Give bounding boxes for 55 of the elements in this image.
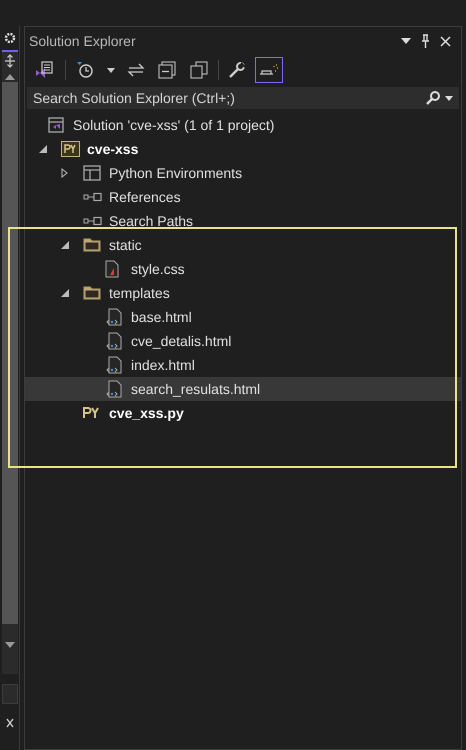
folder-icon: [83, 286, 101, 300]
tree-item[interactable]: static: [25, 233, 461, 257]
dropdown-icon[interactable]: [401, 38, 411, 44]
collapsed-icon[interactable]: [61, 168, 68, 178]
solution-icon: [47, 116, 65, 134]
file-icon: [105, 260, 119, 278]
move-icon[interactable]: [4, 54, 16, 68]
scroll-up-icon[interactable]: [4, 74, 14, 80]
tree-item[interactable]: search_resulats.html: [25, 377, 461, 401]
tree-item-label: Solution 'cve-xss' (1 of 1 project): [73, 116, 274, 135]
pin-icon[interactable]: [421, 34, 430, 48]
tree-item-label: base.html: [131, 308, 192, 326]
expanded-icon[interactable]: [39, 145, 47, 153]
tree-item[interactable]: style.css: [25, 257, 461, 281]
code-file-icon: [105, 332, 123, 350]
tree-item-label: cve-xss: [87, 140, 138, 158]
expanded-icon[interactable]: [61, 289, 69, 297]
search-icon[interactable]: [425, 90, 441, 106]
window-layout-icon: [83, 165, 101, 181]
tree-item[interactable]: cve_xss.py: [25, 401, 461, 425]
python-icon: [83, 407, 101, 419]
tree-item-label: cve_xss.py: [109, 404, 184, 423]
scroll-down-icon[interactable]: [4, 642, 14, 648]
tree-item-label: search_resulats.html: [131, 380, 260, 399]
tree-item[interactable]: Python Environments: [25, 161, 461, 185]
tree-item-label: Python Environments: [109, 164, 242, 183]
tree-item-label: Search Paths: [109, 212, 194, 230]
tree-item-label: index.html: [131, 356, 195, 374]
dropdown-icon[interactable]: [445, 96, 453, 100]
close-icon[interactable]: [440, 36, 451, 46]
close-icon[interactable]: [6, 718, 14, 728]
link-icon: [83, 192, 103, 202]
tree-item[interactable]: References: [25, 185, 461, 209]
tree-item[interactable]: Solution 'cve-xss' (1 of 1 project): [25, 113, 461, 137]
tree-item-label: static: [109, 236, 142, 254]
settings-icon[interactable]: [4, 32, 16, 44]
folder-icon: [83, 238, 101, 252]
preview-icon[interactable]: [255, 57, 283, 83]
tree-item[interactable]: cve-xss: [25, 137, 461, 161]
code-file-icon: [105, 380, 123, 398]
expanded-icon[interactable]: [61, 241, 69, 249]
tree-item[interactable]: Search Paths: [25, 209, 461, 233]
tree-item[interactable]: templates: [25, 281, 461, 305]
link-icon: [83, 216, 103, 226]
tree-item[interactable]: index.html: [25, 353, 461, 377]
tree-item-label: style.css: [131, 260, 185, 279]
panel-title: Solution Explorer: [29, 32, 136, 51]
tree-item-label: templates: [109, 284, 170, 303]
python-project-icon: [61, 141, 80, 157]
tree-item[interactable]: base.html: [25, 305, 461, 329]
tree-item-label: cve_detalis.html: [131, 332, 232, 351]
code-file-icon: [105, 356, 123, 374]
tree-item[interactable]: cve_detalis.html: [25, 329, 461, 353]
code-file-icon: [105, 308, 123, 326]
tree-item-label: References: [109, 188, 181, 206]
